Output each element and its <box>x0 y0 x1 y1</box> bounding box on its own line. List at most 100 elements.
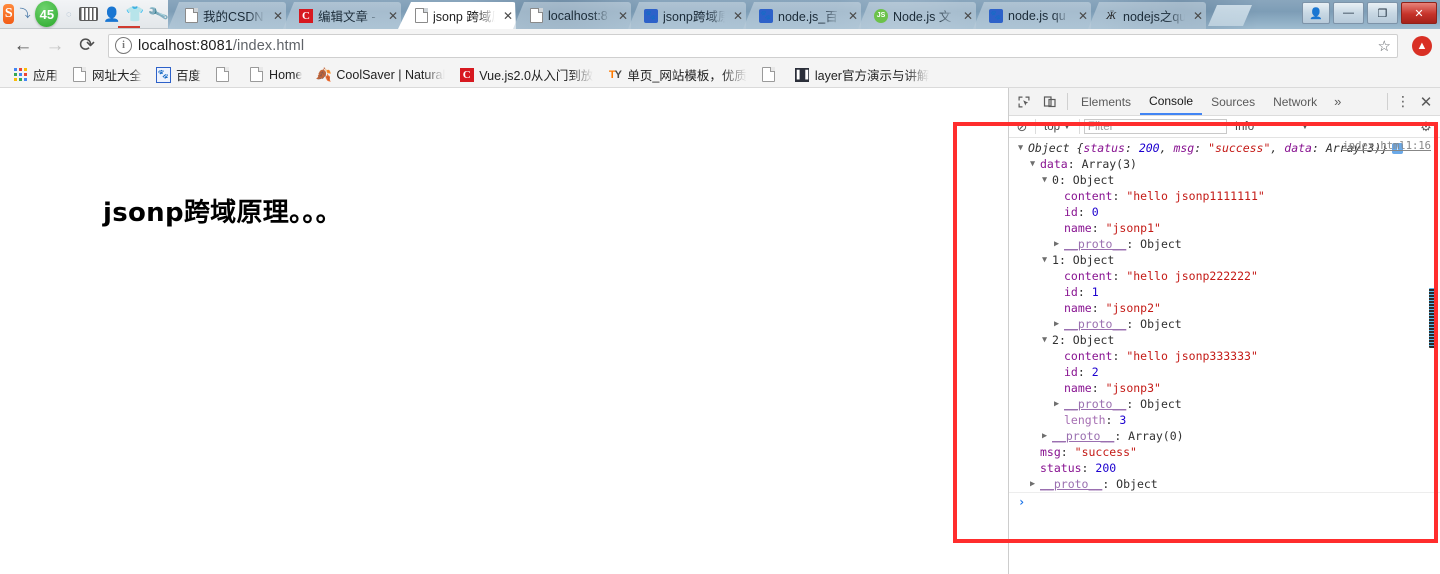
keyboard-icon[interactable] <box>79 5 99 24</box>
inspect-element-icon[interactable] <box>1011 89 1037 115</box>
devtools-menu-icon[interactable]: ⋮ <box>1392 93 1414 110</box>
forward-button[interactable]: → <box>40 32 70 60</box>
tab-strip: S ⤵ 45 ◌ 👤 👕 🔧 我的CSDN ✕ C 编辑文章 - C ✕ <box>0 0 1440 29</box>
collapse-arrow-icon[interactable]: ▼ <box>1042 332 1052 348</box>
tab-elements[interactable]: Elements <box>1072 88 1140 115</box>
close-devtools-icon[interactable]: ✕ <box>1414 93 1438 111</box>
minimize-button[interactable]: — <box>1333 2 1364 24</box>
browser-tab[interactable]: JS Node.js 文 ✕ <box>858 2 976 29</box>
console-line-text: msg: "success" <box>1040 445 1137 459</box>
tab-network[interactable]: Network <box>1264 88 1326 115</box>
browser-tab[interactable]: 🐾 node.js_百 ✕ <box>743 2 861 29</box>
arrow-placeholder: · <box>1030 444 1040 460</box>
maximize-button[interactable]: ❐ <box>1367 2 1398 24</box>
console-line: ·content: "hello jsonp1111111" <box>1009 188 1440 204</box>
bookmark-item[interactable]: C Vue.js2.0从入门到放 <box>452 63 600 86</box>
expand-arrow-icon[interactable]: ▶ <box>1054 396 1064 412</box>
collapse-arrow-icon[interactable]: ▼ <box>1042 252 1052 268</box>
extension-icon[interactable]: ▲ <box>1412 35 1432 56</box>
shirt-icon[interactable]: 👕 <box>126 5 145 24</box>
tab-title: Node.js 文 <box>893 10 952 24</box>
console-line: ▼ data: Array(3) <box>1009 156 1440 172</box>
sogou-logo-icon[interactable]: S <box>3 4 15 24</box>
execution-context-selector[interactable]: top ▼ <box>1040 121 1075 133</box>
address-bar-url: localhost:8081/index.html <box>138 38 304 54</box>
collapse-arrow-icon[interactable]: ▼ <box>1042 172 1052 188</box>
reload-button[interactable]: ⟳ <box>72 32 102 60</box>
console-line-text: id: 2 <box>1064 365 1099 379</box>
devtools-tabs: Elements Console Sources Network » <box>1072 88 1349 115</box>
bookmark-item[interactable] <box>208 65 242 84</box>
arrow-placeholder: · <box>1054 188 1064 204</box>
bookmark-item[interactable]: 网址大全 <box>65 63 149 86</box>
expand-arrow-icon[interactable]: ▶ <box>1030 476 1040 492</box>
bookmark-label: 网址大全 <box>92 69 143 83</box>
divider <box>1067 93 1068 110</box>
page-heading: jsonp跨域原理。。。 <box>103 198 342 228</box>
console-message-group: index.html1:16 ▼ Object {status: 200, msg… <box>1009 138 1440 493</box>
tab-close-button[interactable]: ✕ <box>1190 9 1206 23</box>
new-tab-button[interactable] <box>1208 5 1252 26</box>
browser-tab-active[interactable]: jsonp 跨域原 ✕ <box>398 2 516 29</box>
console-source-link[interactable]: index.html1:16 <box>1342 140 1431 152</box>
console-line: ·name: "jsonp3" <box>1009 380 1440 396</box>
console-scrollbar[interactable] <box>1429 288 1438 348</box>
console-level-value: Info <box>1234 120 1255 133</box>
tab-title: node.js qu <box>1008 8 1066 23</box>
back-button[interactable]: ← <box>8 32 38 60</box>
expand-arrow-icon[interactable]: ▶ <box>1042 428 1052 444</box>
toggle-device-toolbar-icon[interactable] <box>1037 89 1063 115</box>
site-info-icon[interactable]: i <box>115 37 132 54</box>
console-lines: ▼ Object {status: 200, msg: "success", da… <box>1009 140 1440 492</box>
clear-console-icon[interactable]: ⊘ <box>1013 119 1031 135</box>
console-line-text: id: 0 <box>1064 205 1099 219</box>
expand-arrow-icon[interactable]: ▶ <box>1054 236 1064 252</box>
console-level-selector[interactable]: Info ▼ <box>1231 121 1313 133</box>
collapse-arrow-icon[interactable]: ▼ <box>1018 140 1028 156</box>
browser-tab[interactable]: 我的CSDN ✕ <box>168 2 286 29</box>
user-icon[interactable]: 👤 <box>103 5 120 24</box>
tab-console[interactable]: Console <box>1140 88 1203 115</box>
bookmark-item[interactable]: Home <box>242 65 309 84</box>
more-tabs-icon[interactable]: » <box>1326 94 1349 109</box>
console-line: ▼ 1: Object <box>1009 252 1440 268</box>
browser-tab[interactable]: localhost:8 ✕ <box>513 2 631 29</box>
browser-tab[interactable]: Ӝ nodejs之qu ✕ <box>1088 2 1206 29</box>
console-line: ▶ __proto__: Object <box>1009 316 1440 332</box>
browser-tab[interactable]: 🐾 node.js qu ✕ <box>973 2 1091 29</box>
bookmark-item[interactable]: TY 单页_网站模板，优质 <box>600 63 753 86</box>
baidu-icon: 🐾 <box>989 8 1003 23</box>
arrow-placeholder: · <box>1054 380 1064 396</box>
console-line-text: 2: Object <box>1052 333 1115 347</box>
gear-icon[interactable]: ⚙ <box>1416 119 1436 135</box>
browser-tab[interactable]: 🐾 jsonp跨域原 ✕ <box>628 2 746 29</box>
expand-arrow-icon[interactable]: ▶ <box>1054 316 1064 332</box>
console-filter-input[interactable]: Filter <box>1083 119 1227 134</box>
tab-sources[interactable]: Sources <box>1202 88 1264 115</box>
console-output[interactable]: index.html1:16 ▼ Object {status: 200, msg… <box>1009 138 1440 573</box>
bookmark-apps[interactable]: 应用 <box>6 63 65 86</box>
bookmark-item[interactable] <box>754 65 788 84</box>
arrow-placeholder: · <box>1054 268 1064 284</box>
collapse-arrow-icon[interactable]: ▼ <box>1030 156 1040 172</box>
window-controls: 👤 — ❐ ✕ <box>1302 2 1437 24</box>
console-filter-bar: ⊘ top ▼ Filter Info ▼ ⚙ <box>1009 116 1440 138</box>
console-line-text: __proto__: Object <box>1040 477 1158 491</box>
bookmark-item[interactable]: 🐾 百度 <box>149 63 208 86</box>
layer-icon: ▌▐ <box>795 67 810 82</box>
bookmark-item[interactable]: 🍂 CoolSaver | Natural <box>309 65 452 84</box>
page-icon <box>529 8 543 23</box>
bookmark-item[interactable]: ▌▐ layer官方演示与讲解 <box>788 63 937 86</box>
sogou-count-badge[interactable]: 45 <box>35 1 59 27</box>
console-prompt[interactable]: › <box>1009 493 1440 511</box>
sogou-bubble-icon[interactable]: ◌ <box>63 5 74 24</box>
baidu-icon: 🐾 <box>644 8 658 23</box>
close-window-button[interactable]: ✕ <box>1401 2 1437 24</box>
sogou-arrow-icon[interactable]: ⤵ <box>19 5 30 24</box>
address-bar[interactable]: i localhost:8081/index.html ☆ <box>108 33 1398 58</box>
bookmark-star-icon[interactable]: ☆ <box>1378 37 1391 55</box>
browser-tab[interactable]: C 编辑文章 - C ✕ <box>283 2 401 29</box>
user-profile-button[interactable]: 👤 <box>1302 2 1330 24</box>
execution-context-value: top <box>1044 120 1060 133</box>
arrow-placeholder: · <box>1054 364 1064 380</box>
